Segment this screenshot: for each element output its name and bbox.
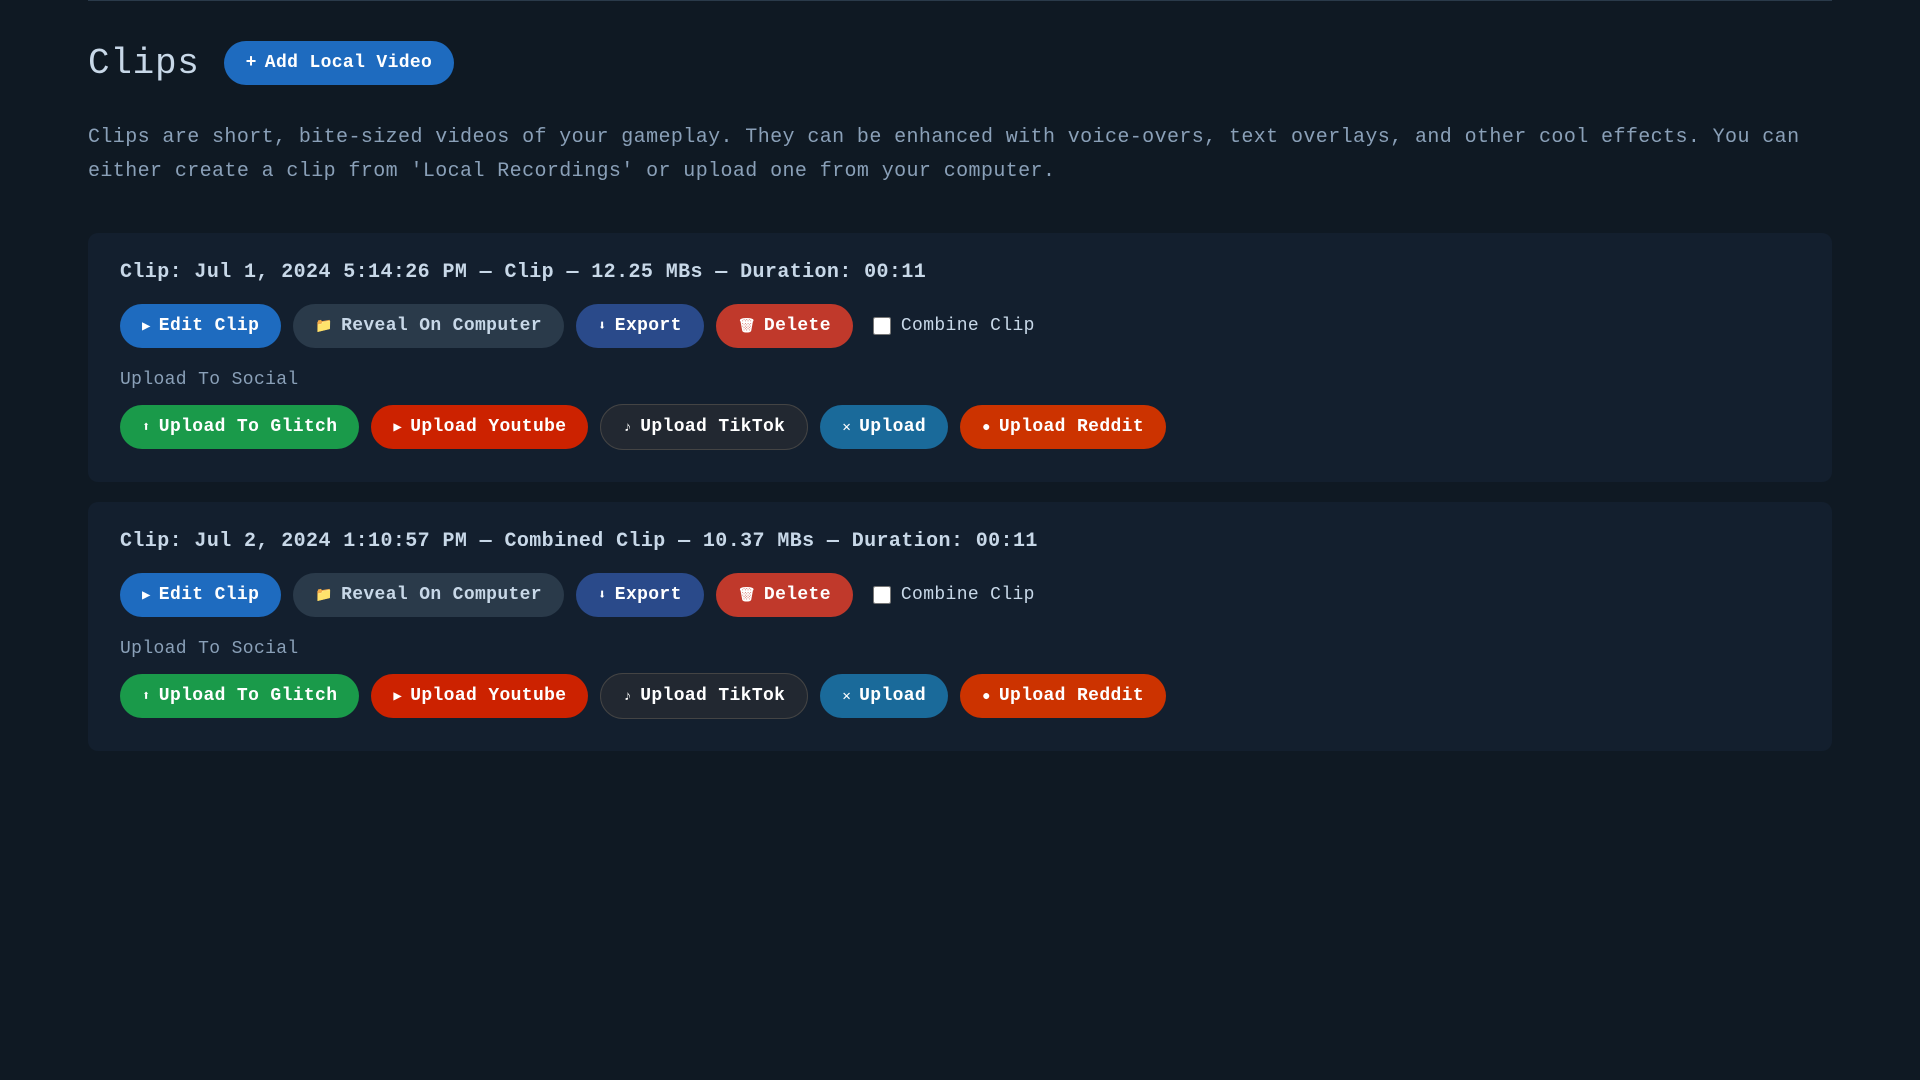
clip-card-1: Clip: Jul 1, 2024 5:14:26 PM — Clip — 12…: [88, 233, 1832, 482]
clip-label-1: Clip:: [120, 261, 182, 284]
trash-icon-2: [738, 585, 756, 605]
edit-clip-button-1[interactable]: Edit Clip: [120, 304, 281, 348]
page-title: Clips: [88, 43, 200, 84]
edit-clip-button-2[interactable]: Edit Clip: [120, 573, 281, 617]
combine-clip-label-1: Combine Clip: [901, 316, 1035, 336]
combine-clip-checkbox-1[interactable]: [873, 317, 891, 335]
x-icon-1: [842, 417, 851, 437]
upload-social-label-2: Upload To Social: [120, 639, 1800, 659]
clip-card-2: Clip: Jul 2, 2024 1:10:57 PM — Combined …: [88, 502, 1832, 751]
delete-button-2[interactable]: Delete: [716, 573, 853, 617]
clip-actions-1: Edit Clip Reveal On Computer Export Dele…: [120, 304, 1800, 348]
upload-social-label-1: Upload To Social: [120, 370, 1800, 390]
clip-info-1: Clip: Jul 1, 2024 5:14:26 PM — Clip — 12…: [120, 261, 1800, 284]
upload-glitch-button-1[interactable]: Upload To Glitch: [120, 405, 359, 449]
export-button-2[interactable]: Export: [576, 573, 704, 617]
plus-icon: [246, 53, 257, 73]
delete-button-1[interactable]: Delete: [716, 304, 853, 348]
social-actions-2: Upload To Glitch Upload Youtube Upload T…: [120, 673, 1800, 719]
tiktok-icon-1: [623, 417, 632, 437]
play-icon-2: [142, 585, 151, 605]
clip-label-2: Clip:: [120, 530, 182, 553]
upload-reddit-button-1[interactable]: Upload Reddit: [960, 405, 1166, 449]
combine-clip-label-2: Combine Clip: [901, 585, 1035, 605]
tiktok-icon-2: [623, 686, 632, 706]
clip-detail-2: Jul 2, 2024 1:10:57 PM — Combined Clip —…: [194, 530, 1037, 553]
social-actions-1: Upload To Glitch Upload Youtube Upload T…: [120, 404, 1800, 450]
upload-x-button-1[interactable]: Upload: [820, 405, 948, 449]
clip-actions-2: Edit Clip Reveal On Computer Export Dele…: [120, 573, 1800, 617]
folder-icon-2: [315, 585, 333, 605]
reddit-icon-1: [982, 417, 991, 437]
upload-glitch-button-2[interactable]: Upload To Glitch: [120, 674, 359, 718]
glitch-icon-2: [142, 686, 151, 706]
reveal-on-computer-button-2[interactable]: Reveal On Computer: [293, 573, 564, 617]
x-icon-2: [842, 686, 851, 706]
add-local-video-button[interactable]: Add Local Video: [224, 41, 455, 85]
page-header: Clips Add Local Video: [88, 41, 1832, 85]
youtube-icon-1: [393, 417, 402, 437]
trash-icon-1: [738, 316, 756, 336]
reveal-on-computer-button-1[interactable]: Reveal On Computer: [293, 304, 564, 348]
upload-tiktok-button-2[interactable]: Upload TikTok: [600, 673, 808, 719]
upload-youtube-button-1[interactable]: Upload Youtube: [371, 405, 588, 449]
description-text: Clips are short, bite-sized videos of yo…: [88, 121, 1832, 189]
upload-youtube-button-2[interactable]: Upload Youtube: [371, 674, 588, 718]
upload-reddit-button-2[interactable]: Upload Reddit: [960, 674, 1166, 718]
combine-clip-checkbox-2[interactable]: [873, 586, 891, 604]
main-content: Clips Add Local Video Clips are short, b…: [0, 1, 1920, 811]
clip-info-2: Clip: Jul 2, 2024 1:10:57 PM — Combined …: [120, 530, 1800, 553]
export-icon-2: [598, 585, 607, 605]
clip-detail-1: Jul 1, 2024 5:14:26 PM — Clip — 12.25 MB…: [194, 261, 926, 284]
play-icon-1: [142, 316, 151, 336]
reddit-icon-2: [982, 686, 991, 706]
upload-x-button-2[interactable]: Upload: [820, 674, 948, 718]
upload-tiktok-button-1[interactable]: Upload TikTok: [600, 404, 808, 450]
folder-icon-1: [315, 316, 333, 336]
youtube-icon-2: [393, 686, 402, 706]
glitch-icon-1: [142, 417, 151, 437]
combine-clip-area-2: Combine Clip: [873, 585, 1035, 605]
export-icon-1: [598, 316, 607, 336]
export-button-1[interactable]: Export: [576, 304, 704, 348]
combine-clip-area-1: Combine Clip: [873, 316, 1035, 336]
